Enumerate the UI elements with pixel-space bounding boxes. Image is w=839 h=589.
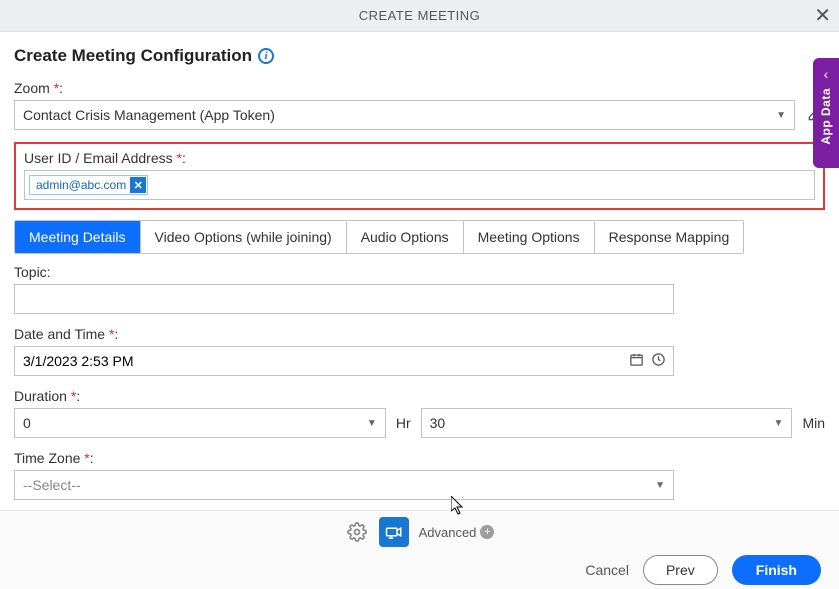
chevron-down-icon: ▼ [367,418,377,429]
duration-field: Duration *: 0 ▼ Hr 30 ▼ Min [14,388,825,438]
chevron-down-icon: ▼ [776,110,786,121]
timezone-label: Time Zone *: [14,450,825,466]
camera-button[interactable] [379,517,409,547]
modal-header: CREATE MEETING ✕ [0,0,839,32]
topic-label: Topic: [14,264,825,280]
finish-button[interactable]: Finish [732,555,821,585]
cancel-button[interactable]: Cancel [585,562,629,578]
footer: Advanced + Cancel Prev Finish [0,510,839,589]
modal-title: CREATE MEETING [359,8,481,23]
prev-button[interactable]: Prev [643,555,718,585]
topic-input[interactable] [14,284,674,314]
close-icon: ✕ [814,5,831,27]
zoom-select-value: Contact Crisis Management (App Token) [23,107,275,123]
advanced-label: Advanced [419,525,477,540]
zoom-select[interactable]: Contact Crisis Management (App Token) ▼ [14,100,795,130]
chevron-left-icon: ‹ [824,66,829,82]
app-data-panel-toggle[interactable]: ‹ App Data [813,58,839,168]
close-button[interactable]: ✕ [814,6,831,26]
datetime-input[interactable] [14,346,674,376]
app-data-label: App Data [819,88,833,145]
tab-response-mapping[interactable]: Response Mapping [595,221,744,253]
email-chip-text: admin@abc.com [36,178,126,192]
section-title-text: Create Meeting Configuration [14,46,252,66]
plus-icon: + [480,525,494,539]
info-icon[interactable]: i [258,48,274,64]
datetime-field: Date and Time *: [14,326,825,376]
chevron-down-icon: ▼ [774,418,784,429]
tab-audio-options[interactable]: Audio Options [347,221,464,253]
duration-minutes-value: 30 [430,415,446,431]
tab-bar: Meeting Details Video Options (while joi… [14,220,744,254]
tab-video-options[interactable]: Video Options (while joining) [141,221,347,253]
duration-hours-value: 0 [23,415,31,431]
content-area: Create Meeting Configuration i Zoom *: C… [0,32,839,510]
footer-actions: Cancel Prev Finish [0,547,839,585]
email-chip: admin@abc.com ✕ [29,175,148,195]
duration-hours-select[interactable]: 0 ▼ [14,408,386,438]
user-email-label: User ID / Email Address *: [24,150,815,166]
gear-icon [347,522,367,542]
minutes-unit: Min [802,415,825,431]
chevron-down-icon: ▼ [655,480,665,491]
calendar-icon[interactable] [629,352,644,370]
user-email-input[interactable]: admin@abc.com ✕ [24,170,815,200]
duration-label: Duration *: [14,388,825,404]
tab-meeting-details[interactable]: Meeting Details [15,221,141,253]
remove-chip-button[interactable]: ✕ [130,177,146,193]
datetime-label: Date and Time *: [14,326,825,342]
timezone-select[interactable]: --Select-- ▼ [14,470,674,500]
topic-field: Topic: [14,264,825,314]
advanced-toggle[interactable]: Advanced + [419,525,495,540]
section-title: Create Meeting Configuration i [14,46,825,66]
zoom-field: Zoom *: Contact Crisis Management (App T… [14,80,825,130]
zoom-label: Zoom *: [14,80,825,96]
camera-icon [385,523,403,541]
timezone-value: --Select-- [23,477,81,493]
tab-meeting-options[interactable]: Meeting Options [464,221,595,253]
hours-unit: Hr [396,415,411,431]
footer-toolbar: Advanced + [0,511,839,547]
timezone-field: Time Zone *: --Select-- ▼ [14,450,825,500]
clock-icon[interactable] [651,352,666,370]
settings-button[interactable] [345,520,369,544]
user-email-highlight: User ID / Email Address *: admin@abc.com… [14,142,825,210]
duration-minutes-select[interactable]: 30 ▼ [421,408,793,438]
